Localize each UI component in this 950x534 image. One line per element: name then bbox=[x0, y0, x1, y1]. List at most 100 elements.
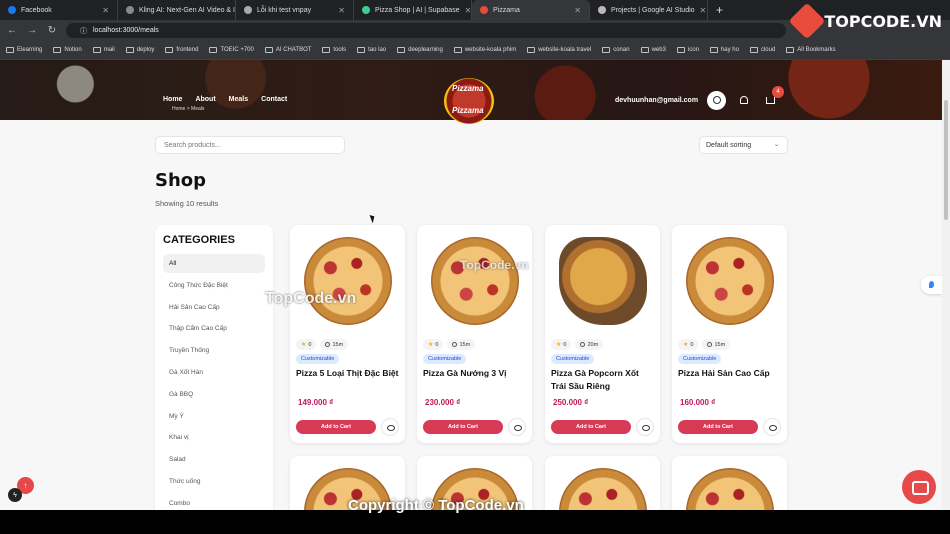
browser-tab[interactable]: Kling AI: Next-Gen AI Video & I✕ bbox=[118, 0, 236, 20]
close-icon[interactable]: ✕ bbox=[465, 6, 471, 15]
category-item[interactable]: Truyền Thống bbox=[163, 341, 265, 360]
bookmark-item[interactable]: conan bbox=[602, 47, 630, 53]
bookmark-item[interactable]: Elearning bbox=[6, 47, 42, 53]
time-pill: 15m bbox=[447, 339, 476, 350]
user-icon[interactable] bbox=[707, 91, 726, 110]
product-card[interactable]: ★ 0 15m Customizable Pizza Hải Sản Cao Cấp… bbox=[672, 225, 787, 443]
close-icon[interactable]: ✕ bbox=[102, 6, 109, 15]
sort-select[interactable]: Default sorting ⌄ bbox=[699, 136, 788, 154]
product-card[interactable]: ★ 0 15m Customizable Pizza 5 Loại Thịt Đặc… bbox=[290, 225, 405, 443]
category-item[interactable]: Gà BBQ bbox=[163, 385, 265, 404]
pizza-image[interactable] bbox=[431, 237, 519, 325]
brand-logo[interactable]: Pizzama Pizzama bbox=[444, 78, 494, 124]
close-icon[interactable]: ✕ bbox=[700, 6, 707, 15]
watermark-text: TopCode.vn bbox=[265, 290, 357, 307]
search-input[interactable]: Search products... bbox=[155, 136, 345, 154]
eye-icon[interactable] bbox=[508, 418, 526, 436]
nav-home[interactable]: Home bbox=[163, 96, 182, 103]
categories-panel: CATEGORIES All Công Thức Đặc Biệt Hải Sả… bbox=[155, 225, 273, 510]
bookmark-item[interactable]: AI CHATBOT bbox=[264, 47, 311, 53]
cart-count-badge: 4 bbox=[772, 86, 784, 98]
new-tab-button[interactable]: + bbox=[708, 0, 731, 20]
bell-icon[interactable] bbox=[740, 96, 748, 104]
bookmark-item[interactable]: website-koala travel bbox=[527, 47, 591, 53]
eye-icon[interactable] bbox=[636, 418, 654, 436]
eye-icon[interactable] bbox=[381, 418, 399, 436]
nav-contact[interactable]: Contact bbox=[261, 96, 287, 103]
forward-icon[interactable]: → bbox=[26, 25, 38, 36]
browser-tab[interactable]: Projects | Google AI Studio ✕ bbox=[590, 0, 708, 20]
bookmark-item[interactable]: website-koala phim bbox=[453, 47, 516, 53]
time-pill: 15m bbox=[320, 339, 349, 350]
main-nav: Home About Meals Contact bbox=[163, 96, 287, 103]
pizza-image[interactable] bbox=[686, 237, 774, 325]
pizza-image[interactable] bbox=[559, 468, 647, 510]
pizza-image[interactable] bbox=[304, 237, 392, 325]
tab-favicon-icon bbox=[362, 6, 370, 14]
bookmark-item[interactable]: tools bbox=[322, 47, 346, 53]
bookmark-item[interactable]: icon bbox=[676, 47, 699, 53]
category-item[interactable]: Khai vị bbox=[163, 428, 265, 447]
side-widget-icon[interactable] bbox=[921, 276, 942, 294]
scrollbar-thumb[interactable] bbox=[944, 100, 948, 220]
browser-tab[interactable]: Pizza Shop | AI | Supabase ✕ bbox=[354, 0, 472, 20]
bookmark-item[interactable]: Notion bbox=[53, 47, 82, 53]
add-to-cart-button[interactable]: Add to Cart bbox=[551, 420, 631, 434]
pizza-image[interactable] bbox=[559, 237, 647, 325]
bookmark-item[interactable]: deploy bbox=[125, 47, 154, 53]
close-icon[interactable]: ✕ bbox=[574, 6, 581, 15]
bolt-icon[interactable]: ϟ bbox=[8, 488, 22, 502]
product-name[interactable]: Pizza Gà Nướng 3 Vị bbox=[423, 367, 526, 380]
eye-icon[interactable] bbox=[763, 418, 781, 436]
rating-pill: ★ 0 bbox=[678, 339, 699, 350]
cart-icon[interactable] bbox=[766, 97, 775, 104]
pizza-image[interactable] bbox=[686, 468, 774, 510]
browser-tab[interactable]: Lỗi khi test vnpay ✕ bbox=[236, 0, 354, 20]
category-item-all[interactable]: All bbox=[163, 254, 265, 273]
bookmark-item[interactable]: frontend bbox=[165, 47, 198, 53]
back-icon[interactable]: ← bbox=[6, 25, 18, 36]
mouse-cursor-icon bbox=[369, 213, 377, 224]
bookmark-item[interactable]: deeplearning bbox=[397, 47, 443, 53]
folder-icon bbox=[786, 47, 795, 53]
browser-tab-active[interactable]: Pizzama ✕ bbox=[472, 0, 590, 20]
category-item[interactable]: Gà Xốt Hàn bbox=[163, 363, 265, 382]
bookmark-item[interactable]: cloud bbox=[749, 47, 775, 53]
bookmark-item[interactable]: web3 bbox=[640, 47, 666, 53]
add-to-cart-button[interactable]: Add to Cart bbox=[678, 420, 758, 434]
category-item[interactable]: Thập Cẩm Cao Cấp bbox=[163, 319, 265, 338]
all-bookmarks[interactable]: All Bookmarks bbox=[786, 47, 836, 53]
folder-icon bbox=[53, 47, 62, 53]
site-info-icon[interactable]: ⓘ bbox=[80, 26, 87, 36]
category-item[interactable]: Salad bbox=[163, 450, 265, 469]
address-bar[interactable]: ⓘ localhost:3000/meals bbox=[66, 23, 786, 38]
nav-meals[interactable]: Meals bbox=[229, 96, 248, 103]
product-name[interactable]: Pizza Gà Popcorn Xốt Trái Sầu Riêng bbox=[551, 367, 654, 393]
breadcrumb: Home > Meals bbox=[172, 106, 205, 112]
product-card[interactable]: ★ 0 20m Customizable Pizza Gà Popcorn Xốt … bbox=[545, 225, 660, 443]
customizable-badge: Customizable bbox=[678, 354, 722, 364]
clock-icon bbox=[707, 342, 713, 347]
close-icon[interactable]: ✕ bbox=[338, 6, 345, 15]
browser-tab[interactable]: Facebook ✕ bbox=[0, 0, 118, 20]
product-name[interactable]: Pizza Hải Sản Cao Cấp bbox=[678, 367, 781, 380]
bookmark-item[interactable]: TOEIC +700 bbox=[209, 47, 254, 53]
categories-heading: CATEGORIES bbox=[163, 234, 235, 246]
reload-icon[interactable]: ↻ bbox=[46, 25, 58, 36]
product-card[interactable] bbox=[672, 456, 787, 510]
bookmark-item[interactable]: mail bbox=[92, 47, 115, 53]
chatbot-button[interactable] bbox=[902, 470, 936, 504]
bookmark-item[interactable]: tao lao bbox=[357, 47, 386, 53]
category-item[interactable]: Combo bbox=[163, 494, 265, 510]
category-item[interactable]: Thức uống bbox=[163, 472, 265, 491]
category-item[interactable]: Hải Sản Cao Cấp bbox=[163, 298, 265, 317]
category-item[interactable]: Công Thức Đặc Biệt bbox=[163, 276, 265, 295]
product-name[interactable]: Pizza 5 Loại Thịt Đặc Biệt bbox=[296, 367, 399, 380]
product-card[interactable] bbox=[545, 456, 660, 510]
add-to-cart-button[interactable]: Add to Cart bbox=[423, 420, 503, 434]
category-item[interactable]: Mỳ Ý bbox=[163, 407, 265, 426]
bookmark-item[interactable]: hay ho bbox=[709, 47, 739, 53]
add-to-cart-button[interactable]: Add to Cart bbox=[296, 420, 376, 434]
page-scrollbar[interactable] bbox=[942, 60, 950, 510]
nav-about[interactable]: About bbox=[195, 96, 215, 103]
